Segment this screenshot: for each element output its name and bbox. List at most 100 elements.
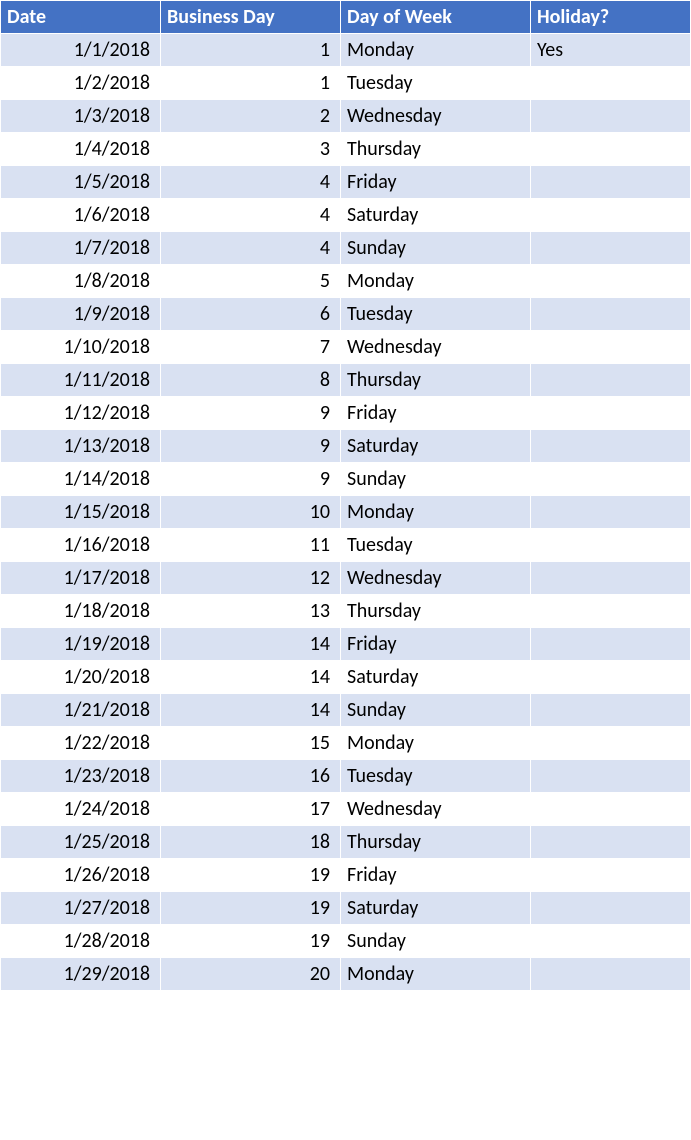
cell-holiday: [531, 166, 691, 199]
cell-day-of-week: Friday: [341, 628, 531, 661]
table-row: 1/15/201810Monday: [1, 496, 691, 529]
cell-holiday: [531, 463, 691, 496]
table-row: 1/10/20187Wednesday: [1, 331, 691, 364]
cell-day-of-week: Tuesday: [341, 67, 531, 100]
cell-holiday: [531, 232, 691, 265]
cell-business-day: 17: [161, 793, 341, 826]
table-row: 1/16/201811Tuesday: [1, 529, 691, 562]
cell-date: 1/27/2018: [1, 892, 161, 925]
cell-holiday: [531, 727, 691, 760]
cell-day-of-week: Wednesday: [341, 100, 531, 133]
cell-day-of-week: Monday: [341, 34, 531, 67]
cell-date: 1/29/2018: [1, 958, 161, 991]
cell-date: 1/1/2018: [1, 34, 161, 67]
cell-day-of-week: Wednesday: [341, 793, 531, 826]
cell-date: 1/23/2018: [1, 760, 161, 793]
table-row: 1/6/20184Saturday: [1, 199, 691, 232]
cell-date: 1/14/2018: [1, 463, 161, 496]
table-row: 1/20/201814Saturday: [1, 661, 691, 694]
cell-date: 1/10/2018: [1, 331, 161, 364]
cell-day-of-week: Sunday: [341, 694, 531, 727]
business-day-table: Date Business Day Day of Week Holiday? 1…: [0, 0, 691, 991]
cell-holiday: [531, 133, 691, 166]
cell-date: 1/28/2018: [1, 925, 161, 958]
cell-business-day: 20: [161, 958, 341, 991]
cell-date: 1/18/2018: [1, 595, 161, 628]
cell-day-of-week: Wednesday: [341, 331, 531, 364]
cell-business-day: 14: [161, 628, 341, 661]
cell-day-of-week: Thursday: [341, 595, 531, 628]
cell-day-of-week: Monday: [341, 265, 531, 298]
table-row: 1/8/20185Monday: [1, 265, 691, 298]
table-row: 1/19/201814Friday: [1, 628, 691, 661]
cell-business-day: 14: [161, 661, 341, 694]
table-row: 1/17/201812Wednesday: [1, 562, 691, 595]
cell-business-day: 1: [161, 34, 341, 67]
cell-holiday: [531, 397, 691, 430]
cell-day-of-week: Saturday: [341, 892, 531, 925]
cell-business-day: 1: [161, 67, 341, 100]
table-row: 1/11/20188Thursday: [1, 364, 691, 397]
cell-day-of-week: Monday: [341, 727, 531, 760]
table-row: 1/23/201816Tuesday: [1, 760, 691, 793]
table-row: 1/21/201814Sunday: [1, 694, 691, 727]
header-day-of-week: Day of Week: [341, 1, 531, 34]
cell-business-day: 19: [161, 859, 341, 892]
cell-day-of-week: Thursday: [341, 826, 531, 859]
cell-day-of-week: Tuesday: [341, 298, 531, 331]
cell-date: 1/20/2018: [1, 661, 161, 694]
cell-holiday: [531, 496, 691, 529]
table-row: 1/2/20181Tuesday: [1, 67, 691, 100]
cell-date: 1/16/2018: [1, 529, 161, 562]
cell-holiday: [531, 892, 691, 925]
cell-date: 1/8/2018: [1, 265, 161, 298]
cell-date: 1/11/2018: [1, 364, 161, 397]
header-business-day: Business Day: [161, 1, 341, 34]
cell-business-day: 19: [161, 892, 341, 925]
header-date: Date: [1, 1, 161, 34]
cell-day-of-week: Thursday: [341, 364, 531, 397]
table-row: 1/9/20186Tuesday: [1, 298, 691, 331]
cell-holiday: [531, 100, 691, 133]
cell-day-of-week: Friday: [341, 397, 531, 430]
cell-holiday: [531, 793, 691, 826]
cell-holiday: [531, 298, 691, 331]
cell-day-of-week: Monday: [341, 496, 531, 529]
table-row: 1/28/201819Sunday: [1, 925, 691, 958]
cell-business-day: 3: [161, 133, 341, 166]
cell-holiday: [531, 364, 691, 397]
table-row: 1/22/201815Monday: [1, 727, 691, 760]
cell-holiday: [531, 958, 691, 991]
cell-date: 1/2/2018: [1, 67, 161, 100]
cell-date: 1/26/2018: [1, 859, 161, 892]
table-row: 1/1/20181MondayYes: [1, 34, 691, 67]
cell-business-day: 14: [161, 694, 341, 727]
table-row: 1/29/201820Monday: [1, 958, 691, 991]
cell-day-of-week: Wednesday: [341, 562, 531, 595]
cell-date: 1/7/2018: [1, 232, 161, 265]
cell-business-day: 19: [161, 925, 341, 958]
cell-business-day: 13: [161, 595, 341, 628]
cell-holiday: [531, 331, 691, 364]
cell-day-of-week: Sunday: [341, 232, 531, 265]
cell-date: 1/13/2018: [1, 430, 161, 463]
cell-date: 1/5/2018: [1, 166, 161, 199]
table-row: 1/12/20189Friday: [1, 397, 691, 430]
cell-business-day: 7: [161, 331, 341, 364]
cell-day-of-week: Sunday: [341, 463, 531, 496]
cell-business-day: 15: [161, 727, 341, 760]
cell-day-of-week: Monday: [341, 958, 531, 991]
cell-business-day: 4: [161, 166, 341, 199]
table-row: 1/25/201818Thursday: [1, 826, 691, 859]
cell-date: 1/21/2018: [1, 694, 161, 727]
table-row: 1/13/20189Saturday: [1, 430, 691, 463]
cell-holiday: [531, 826, 691, 859]
cell-business-day: 18: [161, 826, 341, 859]
cell-date: 1/3/2018: [1, 100, 161, 133]
cell-holiday: [531, 430, 691, 463]
cell-holiday: [531, 694, 691, 727]
table-header-row: Date Business Day Day of Week Holiday?: [1, 1, 691, 34]
cell-date: 1/15/2018: [1, 496, 161, 529]
cell-day-of-week: Saturday: [341, 661, 531, 694]
table-row: 1/4/20183Thursday: [1, 133, 691, 166]
